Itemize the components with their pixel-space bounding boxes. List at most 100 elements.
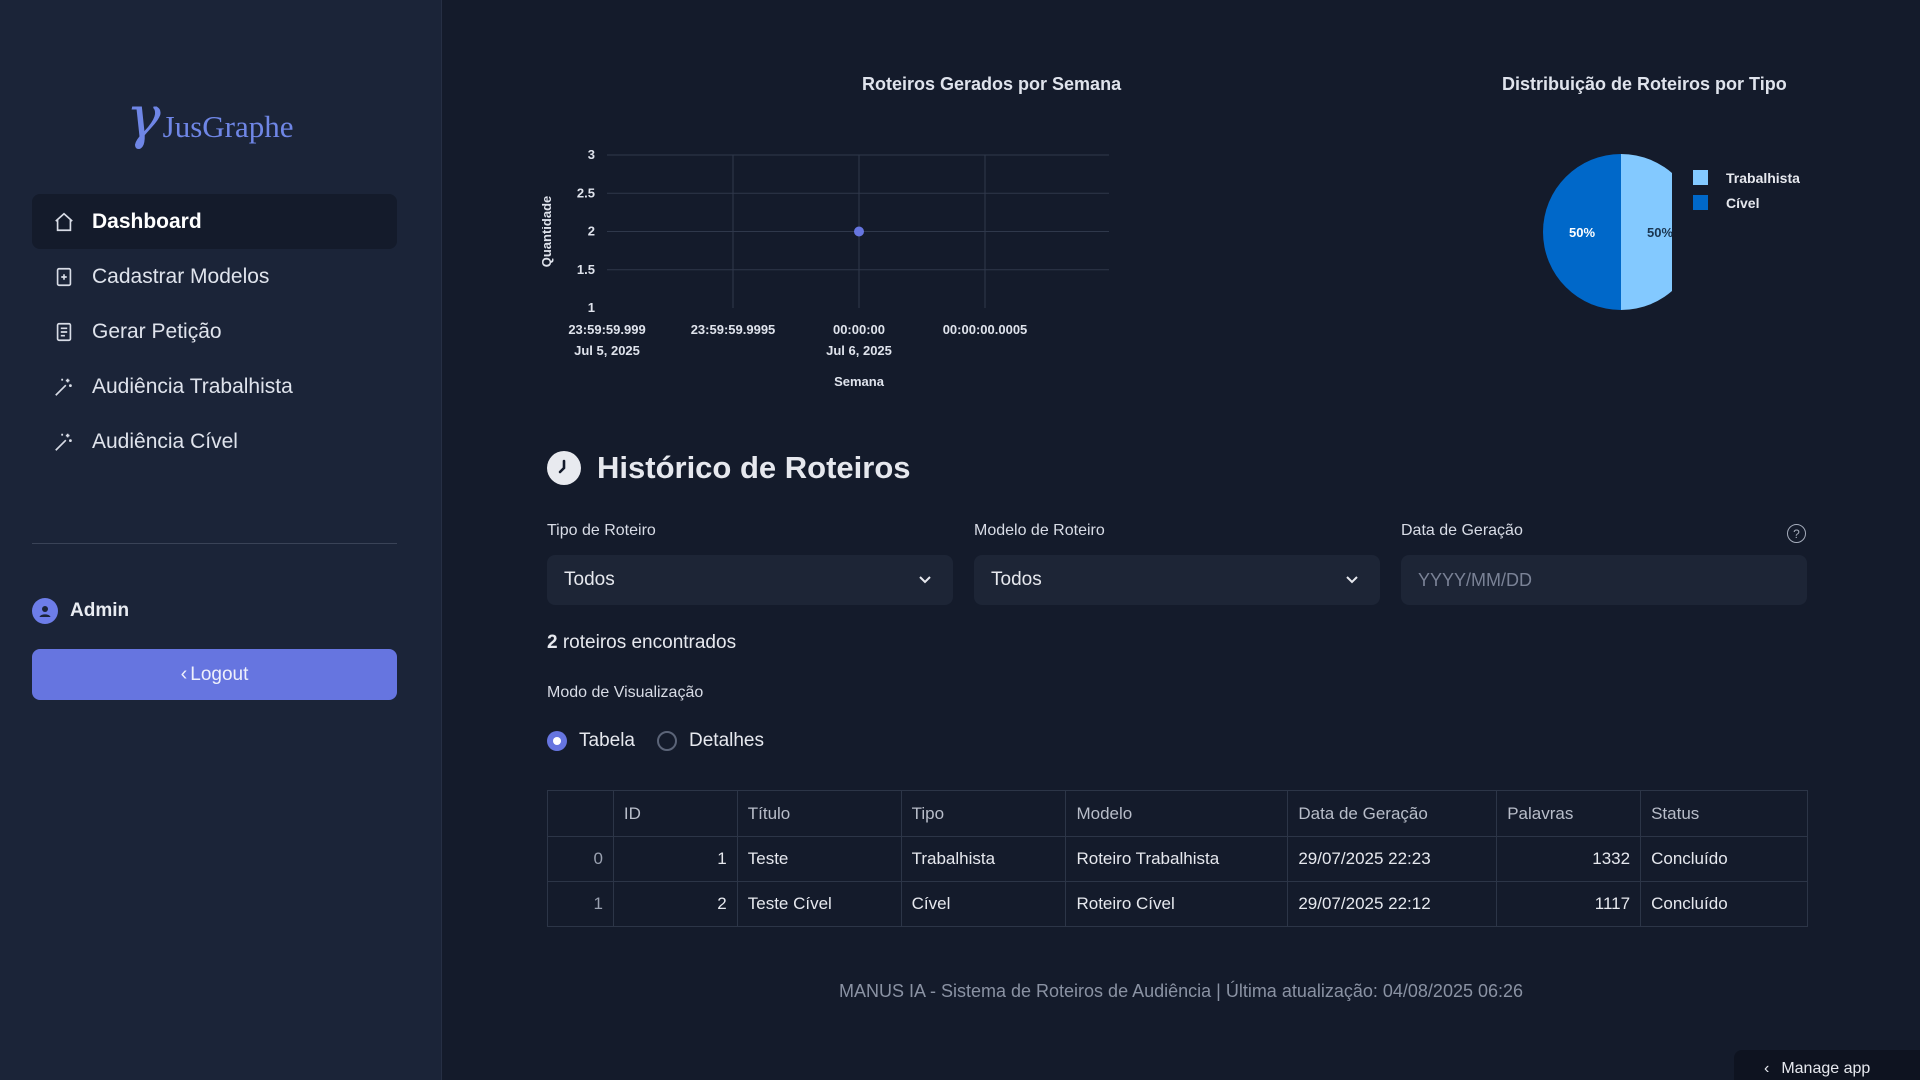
document-icon [52,320,76,344]
history-section-title: Histórico de Roteiros [547,450,911,486]
sidebar-item-audiencia-trabalhista[interactable]: Audiência Trabalhista [32,359,397,414]
file-plus-icon [52,265,76,289]
main-content: Roteiros Gerados por Semana Distribuição… [442,0,1920,1080]
sidebar-item-label: Audiência Cível [92,429,238,453]
sidebar: γ JusGraphe Dashboard Cadastrar Modelos … [0,0,442,1080]
pie-chart: 50% 50% [1543,154,1672,310]
weekly-chart-title: Roteiros Gerados por Semana [862,74,1122,94]
table-row[interactable]: 1 2 Teste Cível Cível Roteiro Cível 29/0… [547,881,1808,927]
data-point[interactable] [854,226,864,237]
radio-tabela[interactable]: Tabela [547,730,635,752]
table-row[interactable]: 0 1 Teste Trabalhista Roteiro Trabalhist… [547,836,1808,882]
row-index: 1 [547,881,614,927]
modelo-select[interactable]: Todos [974,555,1380,605]
cell-titulo: Teste Cível [736,881,902,927]
column-header[interactable]: Tipo [900,790,1067,837]
cell-palavras: 1117 [1496,881,1642,927]
cell-status: Concluído [1640,836,1808,882]
y-tick-label: 1 [588,300,595,315]
y-axis-label: Quantidade [542,196,554,268]
cell-tipo: Trabalhista [900,836,1067,882]
x-tick-label: 00:00:00 [833,322,885,337]
cell-palavras: 1332 [1496,836,1642,882]
sidebar-nav: Dashboard Cadastrar Modelos Gerar Petiçã… [32,194,397,469]
magic-wand-icon [52,430,76,454]
column-header[interactable]: Título [736,790,902,837]
column-header [547,790,614,837]
results-text: roteiros encontrados [562,632,737,653]
cell-status: Concluído [1640,881,1808,927]
manage-app-label: Manage app [1781,1060,1871,1077]
legend-item: Cível [1693,190,1800,215]
column-header[interactable]: Data de Geração [1287,790,1498,837]
column-header[interactable]: Status [1640,790,1808,837]
data-label: Data de Geração [1401,522,1523,539]
weekly-chart: 3 2.5 2 1.5 1 23:59:59.999 Jul 5, 2025 23:59:5… [542,147,1109,389]
modelo-label: Modelo de Roteiro [974,522,1105,539]
sidebar-item-dashboard[interactable]: Dashboard [32,194,397,249]
view-mode-radio-group: Tabela Detalhes [547,730,786,752]
chevron-down-icon [1346,576,1358,584]
chevron-down-icon [919,576,931,584]
sidebar-item-label: Audiência Trabalhista [92,374,293,398]
legend-item: Trabalhista [1693,165,1800,190]
cell-id: 1 [612,836,738,882]
logout-button[interactable]: ‹ Logout [32,649,397,700]
y-tick-label: 3 [588,147,595,162]
column-header[interactable]: ID [612,790,738,837]
column-header[interactable]: Modelo [1065,790,1289,837]
x-tick-label: 23:59:59.999 [568,322,645,337]
pie-slice-label: 50% [1569,225,1595,240]
pie-legend: Trabalhista Cível [1693,165,1800,215]
legend-label: Cível [1726,194,1760,211]
help-icon[interactable]: ? [1787,524,1806,543]
sidebar-item-label: Gerar Petição [92,319,222,343]
legend-swatch [1693,170,1708,185]
table-header-row: ID Título Tipo Modelo Data de Geração Pa… [547,790,1808,837]
logo-text: JusGraphe [162,109,294,144]
view-mode-label: Modo de Visualização [547,684,704,701]
user-info: Admin [32,598,129,624]
sidebar-item-audiencia-civel[interactable]: Audiência Cível [32,414,397,469]
tipo-select[interactable]: Todos [547,555,953,605]
home-icon [52,210,76,234]
user-name: Admin [70,600,130,621]
history-title: Histórico de Roteiros [597,450,911,485]
pie-slice-label: 50% [1647,225,1672,240]
pie-chart-title: Distribuição de Roteiros por Tipo [1502,74,1787,94]
data-input[interactable] [1401,555,1807,605]
app-logo: γ JusGraphe [126,88,294,146]
user-avatar-icon [32,598,58,624]
logout-label: Logout [190,663,249,685]
row-index: 0 [547,836,614,882]
y-tick-label: 2.5 [577,185,595,200]
x-tick-label: Jul 6, 2025 [826,343,892,358]
manage-app-button[interactable]: ‹ Manage app [1734,1050,1920,1080]
clock-icon [547,451,581,485]
cell-titulo: Teste [736,836,902,882]
sidebar-item-gerar-peticao[interactable]: Gerar Petição [32,304,397,359]
footer-text: MANUS IA - Sistema de Roteiros de Audiên… [838,981,1524,1001]
chevron-left-icon: ‹ [1764,1060,1770,1077]
y-tick-label: 2 [588,224,595,239]
cell-id: 2 [612,881,738,927]
cell-modelo: Roteiro Cível [1065,881,1289,927]
results-count: 2 roteiros encontrados [547,632,736,654]
modelo-select-value: Todos [991,569,1042,590]
cell-data: 29/07/2025 22:23 [1287,836,1498,882]
radio-detalhes[interactable]: Detalhes [657,730,764,752]
cell-modelo: Roteiro Trabalhista [1065,836,1289,882]
legend-swatch [1693,195,1708,210]
radio-button[interactable] [657,731,677,751]
radio-button[interactable] [547,731,567,751]
legend-label: Trabalhista [1726,169,1800,186]
x-axis-label: Semana [834,374,885,389]
logo-symbol: γ [126,83,161,151]
radio-label: Detalhes [689,730,764,751]
sidebar-item-label: Dashboard [92,209,202,233]
tipo-label: Tipo de Roteiro [547,522,656,539]
sidebar-item-label: Cadastrar Modelos [92,264,270,288]
sidebar-item-cadastrar-modelos[interactable]: Cadastrar Modelos [32,249,397,304]
cell-tipo: Cível [900,881,1067,927]
column-header[interactable]: Palavras [1496,790,1642,837]
